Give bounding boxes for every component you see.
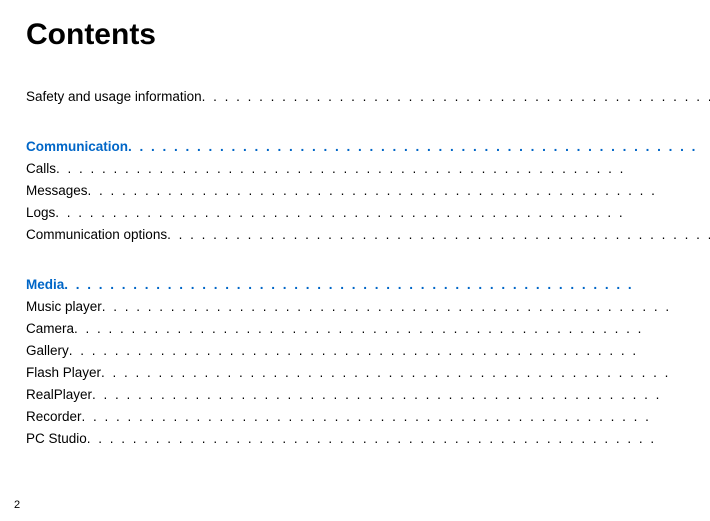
toc-entry: Communication options31 bbox=[26, 228, 710, 242]
toc-label: Gallery bbox=[26, 344, 69, 358]
toc-leader bbox=[55, 206, 710, 220]
toc-section-head: Communication 11 bbox=[26, 140, 710, 154]
toc-leader bbox=[167, 228, 710, 242]
toc-entry: Music player35 bbox=[26, 300, 710, 314]
toc-leader bbox=[128, 140, 710, 154]
toc-section-head: Media 35 bbox=[26, 278, 710, 292]
page-number: 2 bbox=[14, 499, 20, 511]
toc-leader bbox=[69, 344, 710, 358]
toc-label: Communication options bbox=[26, 228, 167, 242]
toc-label: Messages bbox=[26, 184, 88, 198]
toc-leader bbox=[56, 162, 710, 176]
toc-label: Safety and usage information bbox=[26, 90, 202, 104]
toc-entry: Logs28 bbox=[26, 206, 710, 220]
toc-entry: Flash Player41 bbox=[26, 366, 710, 380]
toc-leader bbox=[64, 278, 710, 292]
toc-label: Calls bbox=[26, 162, 56, 176]
toc-entry: PC Studio42 bbox=[26, 432, 710, 446]
toc-leader bbox=[87, 432, 710, 446]
toc-entry: Camera37 bbox=[26, 322, 710, 336]
toc-label: RealPlayer bbox=[26, 388, 92, 402]
toc-label: Recorder bbox=[26, 410, 82, 424]
toc-leader bbox=[82, 410, 710, 424]
toc-spacer bbox=[26, 112, 710, 126]
toc-leader bbox=[101, 366, 710, 380]
toc-label: Media bbox=[26, 278, 64, 292]
toc-entry: Messages14 bbox=[26, 184, 710, 198]
toc-leader bbox=[102, 300, 710, 314]
toc-entry: Safety and usage information4 bbox=[26, 90, 710, 104]
toc-leader bbox=[92, 388, 710, 402]
toc-column-left: Safety and usage information4 Communicati… bbox=[26, 90, 710, 454]
toc-label: Camera bbox=[26, 322, 74, 336]
toc-entry: RealPlayer41 bbox=[26, 388, 710, 402]
page-title: Contents bbox=[26, 18, 684, 52]
toc-label: Flash Player bbox=[26, 366, 101, 380]
toc-label: Logs bbox=[26, 206, 55, 220]
toc-label: Music player bbox=[26, 300, 102, 314]
toc-leader bbox=[74, 322, 710, 336]
toc-entry: Gallery40 bbox=[26, 344, 710, 358]
toc-leader bbox=[88, 184, 710, 198]
toc-label: Communication bbox=[26, 140, 128, 154]
toc-columns: Safety and usage information4Communicati… bbox=[26, 90, 684, 454]
toc-label: PC Studio bbox=[26, 432, 87, 446]
toc-entry: Recorder42 bbox=[26, 410, 710, 424]
toc-entry: Calls11 bbox=[26, 162, 710, 176]
toc-spacer bbox=[26, 250, 710, 264]
toc-leader bbox=[202, 90, 710, 104]
